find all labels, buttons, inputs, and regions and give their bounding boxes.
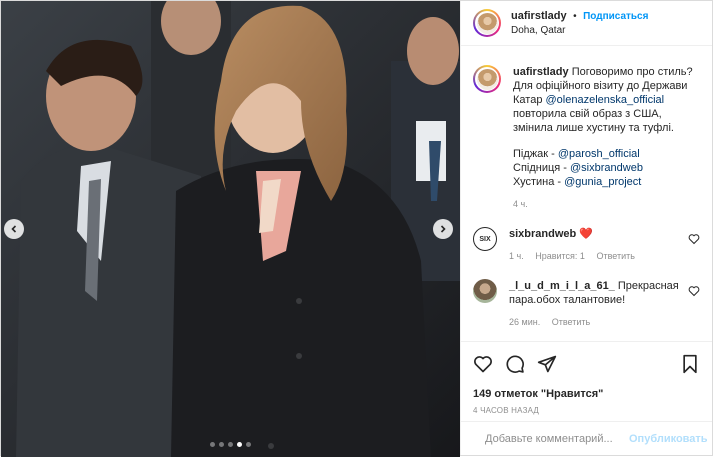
caption-time: 4 ч. (513, 199, 528, 209)
instagram-post: uafirstlady • Подписаться Doha, Qatar ua… (0, 0, 713, 457)
comment-bubble-icon[interactable] (505, 354, 525, 374)
comments-list[interactable]: uafirstlady Поговоримо про стиль? Для оф… (461, 53, 712, 341)
caption-line-label: Піджак - (513, 148, 558, 160)
publish-button[interactable]: Опубликовать (629, 433, 708, 445)
caption-text: повторила свій образ з США, змінила лише… (513, 108, 674, 134)
caption-line-label: Спідниця - (513, 162, 571, 174)
likes-count[interactable]: 149 отметок "Нравится" (473, 388, 700, 400)
mention-link[interactable]: @olenazelenska_official (546, 94, 665, 106)
follow-button[interactable]: Подписаться (583, 11, 648, 22)
photo-illustration (1, 1, 460, 457)
comment-likes-count[interactable]: Нравится: 1 (535, 251, 585, 261)
chevron-left-icon (11, 225, 17, 233)
separator-dot: • (573, 11, 577, 22)
like-comment-icon[interactable] (688, 285, 700, 297)
carousel-dot (246, 442, 251, 447)
username-link[interactable]: uafirstlady (511, 10, 567, 22)
carousel-next-button[interactable] (433, 219, 453, 239)
reply-button[interactable]: Ответить (552, 317, 590, 327)
like-comment-icon[interactable] (688, 233, 700, 245)
comment-username[interactable]: _l_u_d_m_i_l_a_61_ (509, 280, 615, 292)
post-side-panel: uafirstlady • Подписаться Doha, Qatar ua… (460, 1, 712, 455)
post-photo[interactable] (1, 1, 460, 457)
caption: uafirstlady Поговоримо про стиль? Для оф… (473, 65, 700, 211)
carousel-dot-active (237, 442, 242, 447)
comment-time: 26 мин. (509, 317, 541, 327)
add-comment-bar: Опубликовать (461, 421, 712, 456)
avatar[interactable]: SIX (473, 227, 497, 251)
reply-button[interactable]: Ответить (596, 251, 634, 261)
chevron-right-icon (440, 225, 446, 233)
mention-link[interactable]: @sixbrandweb (570, 162, 643, 174)
share-paper-plane-icon[interactable] (537, 354, 557, 374)
carousel-dot (228, 442, 233, 447)
avatar[interactable] (473, 65, 501, 93)
comment-item: _l_u_d_m_i_l_a_61_ Прекрасная пара.обох … (473, 279, 700, 329)
carousel-dot (219, 442, 224, 447)
heart-emoji: ❤️ (579, 228, 594, 240)
carousel-prev-button[interactable] (4, 219, 24, 239)
mention-link[interactable]: @parosh_official (558, 148, 640, 160)
bookmark-icon[interactable] (680, 354, 700, 374)
caption-username[interactable]: uafirstlady (513, 66, 569, 78)
mention-link[interactable]: @gunia_project (564, 176, 641, 188)
avatar[interactable] (473, 279, 497, 303)
location-link[interactable]: Doha, Qatar (511, 24, 648, 38)
post-actions: 149 отметок "Нравится" 4 ЧАСОВ НАЗАД (461, 341, 712, 415)
comment-input[interactable] (483, 432, 629, 446)
carousel-indicator (1, 442, 460, 447)
comment-username[interactable]: sixbrandweb (509, 228, 576, 240)
carousel-dot (210, 442, 215, 447)
like-heart-icon[interactable] (473, 354, 493, 374)
avatar[interactable] (473, 9, 501, 37)
post-timestamp: 4 ЧАСОВ НАЗАД (473, 406, 540, 415)
comment-item: SIX sixbrandweb ❤️ 1 ч. Нравится: 1 Отве… (473, 227, 700, 263)
caption-line-label: Хустина - (513, 176, 565, 188)
comment-time: 1 ч. (509, 251, 524, 261)
post-header: uafirstlady • Подписаться Doha, Qatar (461, 1, 712, 46)
